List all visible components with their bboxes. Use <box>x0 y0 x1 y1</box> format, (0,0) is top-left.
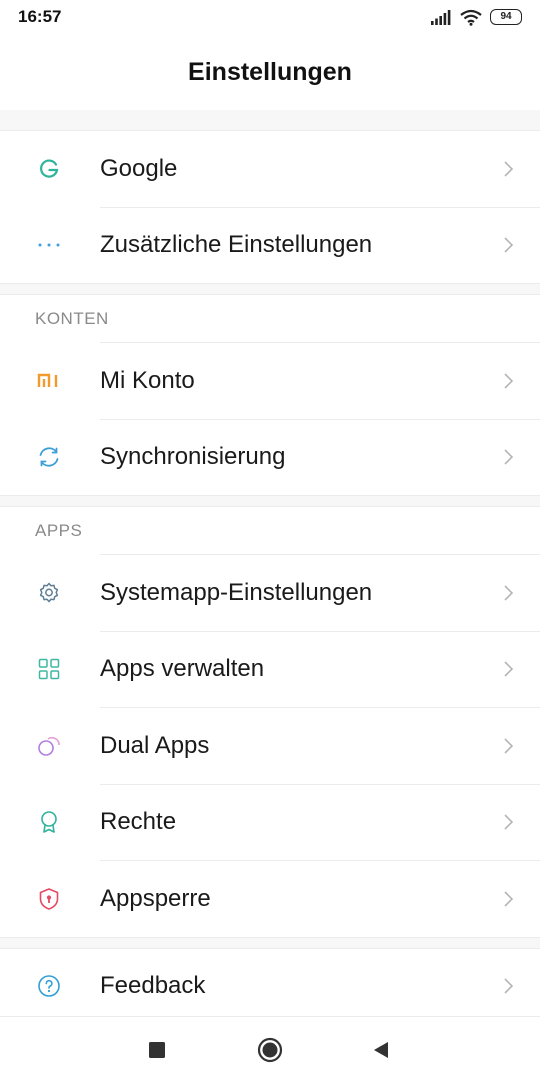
settings-item-label: Apps verwalten <box>100 655 265 683</box>
chevron-right-icon <box>504 891 514 907</box>
battery-indicator: 94 <box>490 9 522 25</box>
mi-logo-icon <box>37 369 61 393</box>
settings-item-dual-apps[interactable]: Dual Apps <box>0 708 540 784</box>
settings-item-google[interactable]: Google <box>0 131 540 207</box>
recent-apps-button[interactable] <box>142 1035 172 1065</box>
settings-list[interactable]: Google Zusätzliche Einstellungen KONTEN … <box>0 110 540 1016</box>
settings-item-manage-apps[interactable]: Apps verwalten <box>0 632 540 708</box>
chevron-right-icon <box>504 978 514 994</box>
google-icon <box>37 157 61 181</box>
more-dots-icon <box>37 233 61 257</box>
status-time: 16:57 <box>18 7 62 26</box>
gear-icon <box>37 581 61 605</box>
status-bar: 16:57 94 <box>0 0 540 34</box>
back-triangle-icon <box>374 1042 388 1058</box>
back-button[interactable] <box>366 1035 396 1065</box>
dual-circles-icon <box>37 734 61 758</box>
settings-item-label: Zusätzliche Einstellungen <box>100 231 373 259</box>
settings-item-label: Appsperre <box>100 884 211 912</box>
settings-item-label: Synchronisierung <box>100 443 286 471</box>
square-icon <box>149 1042 165 1058</box>
signal-icon <box>431 10 451 25</box>
settings-item-feedback[interactable]: Feedback <box>0 949 540 1017</box>
settings-item-additional-settings[interactable]: Zusätzliche Einstellungen <box>0 208 540 284</box>
settings-item-permissions[interactable]: Rechte <box>0 785 540 861</box>
chevron-right-icon <box>504 585 514 601</box>
chevron-right-icon <box>504 237 514 253</box>
header: Einstellungen <box>0 34 540 111</box>
chevron-right-icon <box>504 661 514 677</box>
section-gap <box>0 110 540 131</box>
sync-icon <box>37 445 61 469</box>
battery-level: 94 <box>500 11 512 22</box>
settings-item-label: Rechte <box>100 808 177 836</box>
chevron-right-icon <box>504 814 514 830</box>
section-gap <box>0 936 540 949</box>
settings-item-mi-account[interactable]: Mi Konto <box>0 343 540 419</box>
section-gap <box>0 283 540 295</box>
help-circle-icon <box>37 974 61 998</box>
shield-lock-icon <box>37 887 61 911</box>
section-title-apps: APPS <box>35 520 83 540</box>
badge-icon <box>37 810 61 834</box>
section-title-accounts: KONTEN <box>35 308 109 328</box>
grid-icon <box>37 657 61 681</box>
chevron-right-icon <box>504 373 514 389</box>
settings-item-label: Systemapp-Einstellungen <box>100 578 373 606</box>
settings-item-label: Google <box>100 154 178 182</box>
page-title: Einstellungen <box>188 58 352 86</box>
settings-item-app-lock[interactable]: Appsperre <box>0 861 540 937</box>
chevron-right-icon <box>504 738 514 754</box>
home-circle-icon <box>257 1037 283 1063</box>
navigation-bar <box>0 1016 540 1081</box>
status-icons: 94 <box>430 7 522 27</box>
chevron-right-icon <box>504 449 514 465</box>
home-button[interactable] <box>255 1035 285 1065</box>
settings-item-label: Feedback <box>100 972 206 1000</box>
chevron-right-icon <box>504 161 514 177</box>
section-gap <box>0 495 540 507</box>
wifi-icon <box>460 9 482 26</box>
settings-item-label: Mi Konto <box>100 366 195 394</box>
settings-item-sync[interactable]: Synchronisierung <box>0 420 540 496</box>
settings-item-system-app-settings[interactable]: Systemapp-Einstellungen <box>0 555 540 631</box>
settings-item-label: Dual Apps <box>100 731 210 759</box>
